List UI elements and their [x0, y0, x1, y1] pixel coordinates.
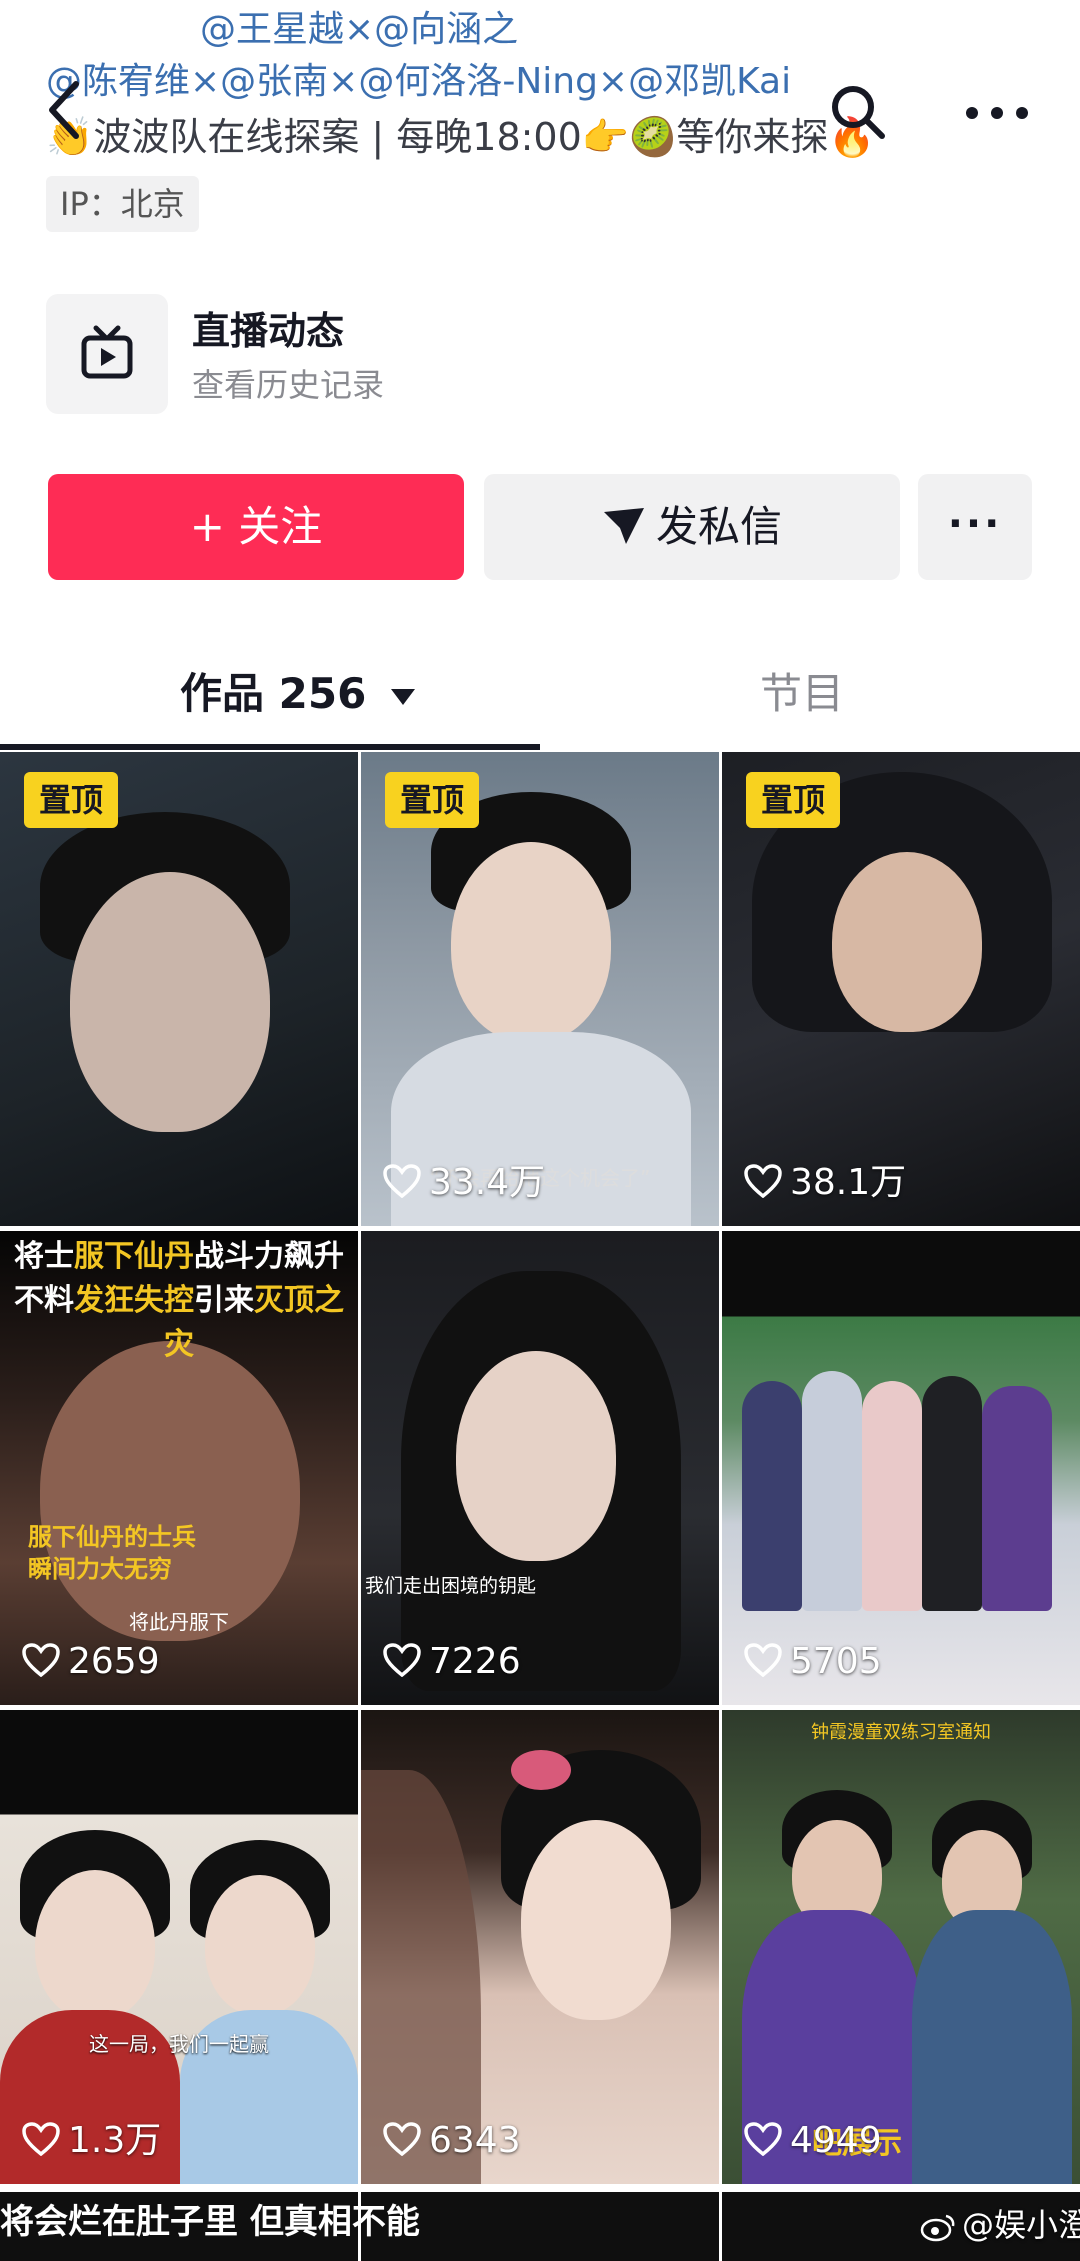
- weibo-icon: [920, 2214, 955, 2242]
- back-icon[interactable]: [44, 78, 104, 148]
- video-tile[interactable]: 置顶 38.1万: [722, 752, 1080, 1226]
- live-history-card[interactable]: 直播动态 查看历史记录: [46, 290, 1026, 420]
- like-count-value: 5705: [790, 1641, 882, 1682]
- follow-button[interactable]: + 关注: [48, 474, 464, 580]
- pinned-badge: 置顶: [385, 772, 479, 828]
- like-count-value: 7226: [429, 1641, 521, 1682]
- like-count-value: 1.3万: [68, 2120, 162, 2161]
- heart-icon: [383, 2122, 421, 2157]
- more-options-icon[interactable]: [962, 90, 1032, 130]
- video-tile[interactable]: 5705: [722, 1231, 1080, 1705]
- bio-mentions-line-1[interactable]: @王星越×@向涵之: [200, 0, 518, 52]
- pinned-badge: 置顶: [746, 772, 840, 828]
- caret-down-icon: [390, 688, 415, 705]
- like-count: 5705: [744, 1637, 882, 1687]
- heart-icon: [383, 1164, 421, 1199]
- like-count-value: 4949: [790, 2120, 882, 2161]
- like-count: 1.3万: [22, 2116, 161, 2166]
- video-caption: 这一局，我们一起赢: [89, 2032, 269, 2056]
- like-count: 33.4万: [383, 1158, 545, 1208]
- like-count-value: 38.1万: [790, 1162, 907, 1203]
- heart-icon: [383, 1643, 421, 1678]
- like-count: 7226: [383, 1637, 521, 1687]
- heart-icon: [744, 2122, 782, 2157]
- video-subtitle: 服下仙丹的士兵 瞬间力大无穷: [28, 1523, 196, 1583]
- video-tile[interactable]: 6343: [361, 1710, 719, 2184]
- works-grid: 置顶 置顶 “不会再给他这个机会了” 33.4万 置顶 38.1万 将士服下仙丹…: [0, 752, 1080, 2261]
- heart-icon: [744, 1164, 782, 1199]
- chevron-left-icon: [49, 81, 79, 139]
- heart-icon: [22, 2122, 60, 2157]
- send-message-label: 发私信: [655, 502, 782, 551]
- video-tile[interactable]: 这一局，我们一起赢 1.3万: [0, 1710, 358, 2184]
- tab-works[interactable]: 作品 256: [180, 660, 417, 721]
- pinned-badge: 置顶: [24, 772, 118, 828]
- tv-icon: [46, 294, 168, 414]
- next-row-caption: 将会烂在肚子里 但真相不能: [0, 2202, 420, 2242]
- video-tile[interactable]: 钟霞漫童双练习室通知 吧展示 4949: [722, 1710, 1080, 2184]
- video-caption: 将此丹服下: [129, 1610, 229, 1634]
- like-count-value: 2659: [68, 1641, 160, 1682]
- video-caption: 我们走出困境的钥匙: [365, 1575, 537, 1597]
- send-message-button[interactable]: 发私信: [484, 474, 900, 580]
- like-count: 4949: [744, 2116, 882, 2166]
- tab-programs[interactable]: 节目: [760, 660, 844, 721]
- like-count-value: 33.4万: [429, 1162, 546, 1203]
- heart-icon: [22, 1643, 60, 1678]
- live-title: 直播动态: [192, 309, 345, 353]
- like-count: 38.1万: [744, 1158, 906, 1208]
- tab-active-indicator: [0, 744, 540, 750]
- search-icon[interactable]: [826, 80, 890, 144]
- send-icon: [603, 507, 644, 544]
- heart-icon: [744, 1643, 782, 1678]
- like-count: 2659: [22, 1637, 160, 1687]
- bio-mentions-line-2[interactable]: @陈宥维×@张南×@何洛洛-Ning×@邓凯Kai: [46, 52, 791, 104]
- like-count: 6343: [383, 2116, 521, 2166]
- video-tile[interactable]: 我们走出困境的钥匙 7226: [361, 1231, 719, 1705]
- watermark-text: @娱小澄: [962, 2206, 1080, 2244]
- live-subtitle: 查看历史记录: [192, 366, 385, 404]
- source-watermark: @娱小澄: [920, 2200, 1080, 2246]
- video-overlay-title: 将士服下仙丹战斗力飙升 不料发狂失控引来灭顶之灾: [14, 1239, 344, 1362]
- profile-more-button[interactable]: ···: [918, 474, 1032, 580]
- bio-description: 👏波波队在线探案 | 每晚18:00👉🥝等你来探🔥: [46, 115, 876, 159]
- tab-works-label: 作品 256: [180, 669, 367, 718]
- ip-location-tag: IP：北京: [46, 176, 199, 232]
- video-tile[interactable]: 置顶: [0, 752, 358, 1226]
- video-top-caption: 钟霞漫童双练习室通知: [811, 1722, 991, 1743]
- video-tile[interactable]: 置顶 “不会再给他这个机会了” 33.4万: [361, 752, 719, 1226]
- video-tile[interactable]: 将士服下仙丹战斗力飙升 不料发狂失控引来灭顶之灾 服下仙丹的士兵 瞬间力大无穷 …: [0, 1231, 358, 1705]
- like-count-value: 6343: [429, 2120, 521, 2161]
